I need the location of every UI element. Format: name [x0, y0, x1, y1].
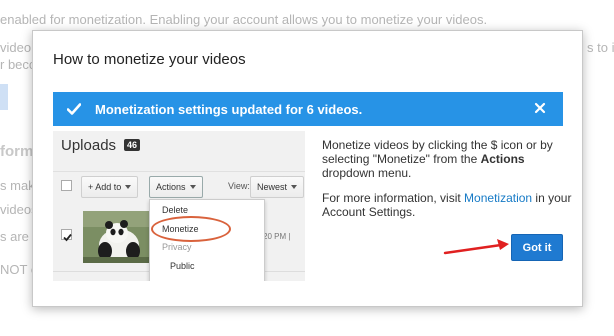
- uploads-screenshot: Uploads 46 + Add to Actions View: Newest: [53, 131, 305, 281]
- pointer-arrow-icon: [443, 239, 509, 255]
- chevron-down-icon: [291, 185, 298, 189]
- add-to-label: + Add to: [88, 182, 122, 192]
- banner-message: Monetization settings updated for 6 vide…: [95, 101, 363, 117]
- bg-text-line: r becc: [0, 57, 36, 72]
- video-thumbnail: [83, 211, 149, 263]
- instructions-text: Monetize videos by clicking the $ icon o…: [322, 138, 577, 180]
- row-checkbox: [61, 229, 72, 242]
- instructions-text-end: dropdown menu.: [322, 166, 412, 180]
- monetize-dialog: How to monetize your videos Monetization…: [32, 30, 583, 307]
- uploads-title: Uploads: [61, 137, 117, 154]
- bg-text-line: s are: [0, 229, 29, 244]
- got-it-button[interactable]: Got it: [511, 234, 563, 261]
- monetization-link[interactable]: Monetization: [464, 191, 532, 205]
- chevron-down-icon: [125, 185, 132, 189]
- select-all-checkbox: [61, 180, 72, 191]
- menu-item-public: Public: [170, 261, 195, 271]
- dialog-title: How to monetize your videos: [53, 51, 246, 68]
- upload-time: 20 PM |: [263, 232, 291, 241]
- view-select: Newest: [250, 176, 305, 198]
- divider: [53, 171, 305, 172]
- bg-text-line: enabled for monetization. Enabling your …: [0, 12, 488, 27]
- close-icon[interactable]: [533, 101, 547, 115]
- menu-header-privacy: Privacy: [162, 242, 192, 252]
- bg-text-fragment: s to in: [587, 40, 614, 55]
- success-banner: Monetization settings updated for 6 vide…: [53, 92, 563, 126]
- check-icon: [67, 103, 81, 115]
- actions-label: Actions: [156, 182, 186, 192]
- actions-button: Actions: [149, 176, 203, 198]
- more-info-text-start: For more information, visit: [322, 191, 465, 205]
- checkmark-icon: [63, 233, 72, 242]
- more-info-text: For more information, visit Monetization…: [322, 191, 572, 219]
- actions-emphasis: Actions: [480, 152, 525, 166]
- add-to-button: + Add to: [81, 176, 139, 198]
- bg-text-line: video: [0, 40, 32, 55]
- panda-image: [83, 211, 149, 263]
- bg-button: [0, 84, 8, 110]
- chevron-down-icon: [189, 185, 196, 189]
- view-label: View:: [228, 181, 250, 191]
- uploads-count-badge: 46: [124, 139, 141, 151]
- menu-item-delete: Delete: [162, 205, 189, 215]
- highlight-oval: [151, 216, 231, 242]
- view-value: Newest: [257, 182, 288, 192]
